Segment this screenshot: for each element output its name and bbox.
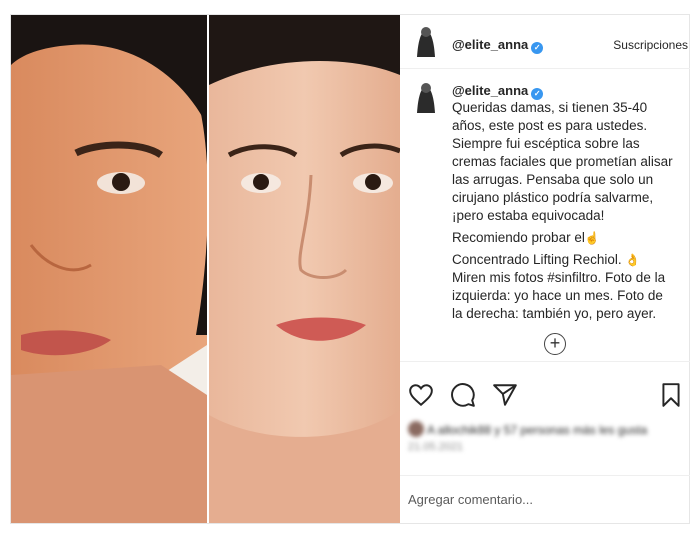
username[interactable]: @elite_anna ✓ (452, 37, 544, 54)
ok-hand-emoji: 👌 (625, 253, 641, 267)
caption-paragraph: Queridas damas, si tienen 35-40 años, es… (452, 100, 673, 223)
caption-paragraph: Recomiendo probar el☝ (452, 229, 674, 247)
likes-summary[interactable]: A allochik88 y 57 personas más les gusta… (408, 421, 688, 453)
share-icon[interactable] (492, 382, 518, 408)
username-text[interactable]: @elite_anna (452, 37, 528, 52)
caption-line: Recomiendo probar el (452, 230, 585, 245)
post-date: 21.05.2021 (408, 441, 464, 453)
caption-username-text[interactable]: @elite_anna (452, 83, 528, 98)
instagram-post: @elite_anna ✓ Suscripciones @elite_anna ✓ … (10, 14, 690, 524)
bookmark-icon[interactable] (658, 382, 684, 408)
plus-circle-icon[interactable]: + (544, 333, 566, 355)
action-bar (400, 361, 690, 421)
before-after-face-image (11, 15, 400, 523)
avatar[interactable] (414, 79, 438, 115)
post-sidebar: @elite_anna ✓ Suscripciones @elite_anna ✓ … (400, 15, 690, 523)
pointing-hand-emoji: ☝ (584, 231, 600, 245)
caption-username[interactable]: @elite_anna ✓ (452, 83, 544, 100)
avatar[interactable] (414, 23, 438, 59)
comment-box[interactable]: Agregar comentario... (400, 475, 690, 523)
verified-badge-icon: ✓ (531, 42, 544, 54)
caption-paragraph: Miren mis fotos #sinfiltro. Foto de la i… (452, 270, 666, 321)
heart-icon[interactable] (408, 382, 434, 408)
post-caption: Queridas damas, si tienen 35-40 años, es… (452, 99, 674, 327)
caption-paragraph: Concentrado Lifting Rechiol. 👌 (452, 251, 674, 269)
post-photo[interactable] (11, 15, 400, 523)
liker-avatar (408, 421, 424, 437)
caption-area: @elite_anna ✓ Queridas damas, si tienen 3… (400, 69, 690, 361)
comment-placeholder[interactable]: Agregar comentario... (408, 492, 533, 507)
post-header: @elite_anna ✓ Suscripciones (400, 15, 690, 69)
comment-icon[interactable] (450, 382, 476, 408)
caption-line: Concentrado Lifting Rechiol. (452, 252, 622, 267)
follow-button[interactable]: Suscripciones (613, 38, 688, 52)
likes-text[interactable]: A allochik88 y 57 personas más les gusta (427, 423, 647, 437)
